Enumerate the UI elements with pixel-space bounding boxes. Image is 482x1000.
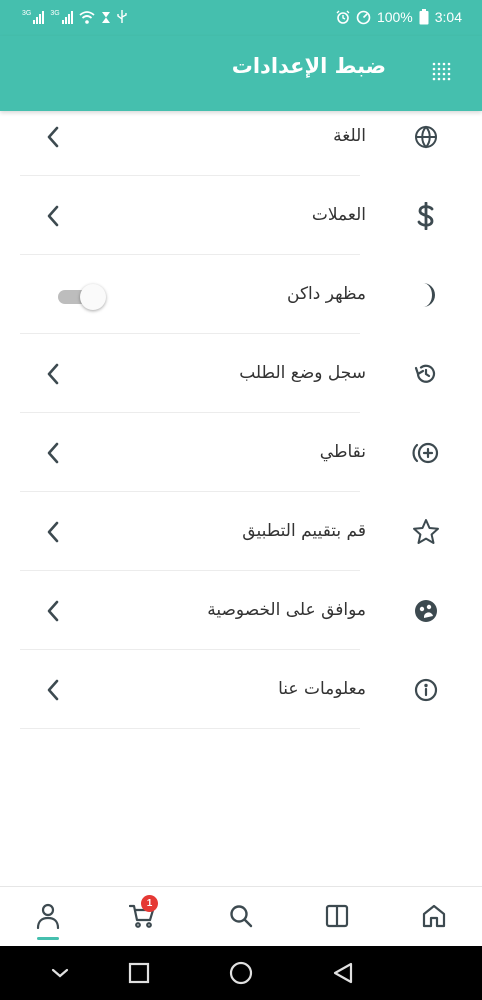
home-circle-icon[interactable] <box>229 961 253 985</box>
cart-badge: 1 <box>141 895 158 912</box>
page-title: ضبط الإعدادات <box>231 54 386 78</box>
wifi-icon <box>79 11 95 24</box>
star-icon <box>412 518 440 546</box>
nav-home[interactable] <box>419 901 449 931</box>
back-triangle-icon[interactable] <box>331 961 355 985</box>
search-icon <box>230 905 253 928</box>
home-icon <box>422 904 446 928</box>
collapse-chevron-icon[interactable] <box>48 961 72 985</box>
dark-mode-toggle[interactable] <box>58 284 106 310</box>
chevron-left-icon <box>47 205 59 227</box>
settings-item-label: سجل وضع الطلب <box>239 363 366 383</box>
hourglass-icon <box>101 12 110 23</box>
settings-item-label: معلومات عنا <box>278 679 366 699</box>
signal-1-icon: 3G <box>22 10 45 24</box>
settings-item-label: قم بتقييم التطبيق <box>242 521 366 541</box>
network-type-1: 3G <box>22 10 32 17</box>
alarm-icon <box>336 10 350 24</box>
chevron-left-icon <box>47 126 59 148</box>
network-type-2: 3G <box>50 10 60 17</box>
chevron-left-icon <box>47 679 59 701</box>
settings-item-label: موافق على الخصوصية <box>207 600 366 620</box>
settings-item-label: مظهر داكن <box>287 284 366 304</box>
chevron-left-icon <box>47 521 59 543</box>
settings-item-label: العملات <box>311 205 366 225</box>
moon-icon <box>412 281 440 309</box>
clock: 3:04 <box>434 9 462 25</box>
history-icon <box>412 360 440 388</box>
globe-icon <box>412 123 440 151</box>
status-bar: 3G 3G 100% 3:04 <box>0 0 482 36</box>
recents-square-icon[interactable] <box>127 961 151 985</box>
chevron-left-icon <box>47 442 59 464</box>
battery-percent: 100% <box>376 9 413 25</box>
privacy-icon <box>412 597 440 625</box>
battery-icon <box>419 9 429 25</box>
settings-item-dark-mode: مظهر داكن <box>0 255 482 334</box>
settings-item-about-us[interactable]: معلومات عنا <box>0 650 482 729</box>
settings-item-label: اللغة <box>333 126 366 146</box>
usb-icon <box>116 10 127 23</box>
status-left: 3G 3G <box>22 10 127 24</box>
speed-icon <box>356 10 371 24</box>
settings-item-order-history[interactable]: سجل وضع الطلب <box>0 334 482 413</box>
categories-icon <box>325 904 349 928</box>
chevron-left-icon <box>47 363 59 385</box>
divider <box>20 728 360 729</box>
toggle-knob <box>80 284 106 310</box>
settings-item-language[interactable]: اللغة <box>0 97 482 176</box>
settings-item-privacy[interactable]: موافق على الخصوصية <box>0 571 482 650</box>
nav-profile[interactable] <box>33 901 63 931</box>
system-nav-bar <box>0 946 482 1000</box>
active-tab-indicator <box>37 937 59 940</box>
status-right: 100% 3:04 <box>336 9 462 25</box>
profile-icon <box>36 903 60 929</box>
bottom-nav: 1 <box>0 886 482 947</box>
settings-item-currencies[interactable]: العملات <box>0 176 482 255</box>
grid-dots-icon[interactable] <box>432 62 454 84</box>
nav-cart[interactable]: 1 <box>127 895 158 931</box>
chevron-left-icon <box>47 600 59 622</box>
settings-item-label: نقاطي <box>319 442 366 462</box>
settings-item-my-points[interactable]: نقاطي <box>0 413 482 492</box>
settings-item-rate-app[interactable]: قم بتقييم التطبيق <box>0 492 482 571</box>
info-icon <box>412 676 440 704</box>
points-plus-icon <box>412 439 440 467</box>
settings-list: اللغة العملات مظهر داكن سجل وضع الطلب نق… <box>0 97 482 729</box>
dollar-icon <box>412 202 440 230</box>
nav-categories[interactable] <box>322 901 352 931</box>
nav-search[interactable] <box>226 901 256 931</box>
signal-2-icon: 3G <box>50 10 73 24</box>
